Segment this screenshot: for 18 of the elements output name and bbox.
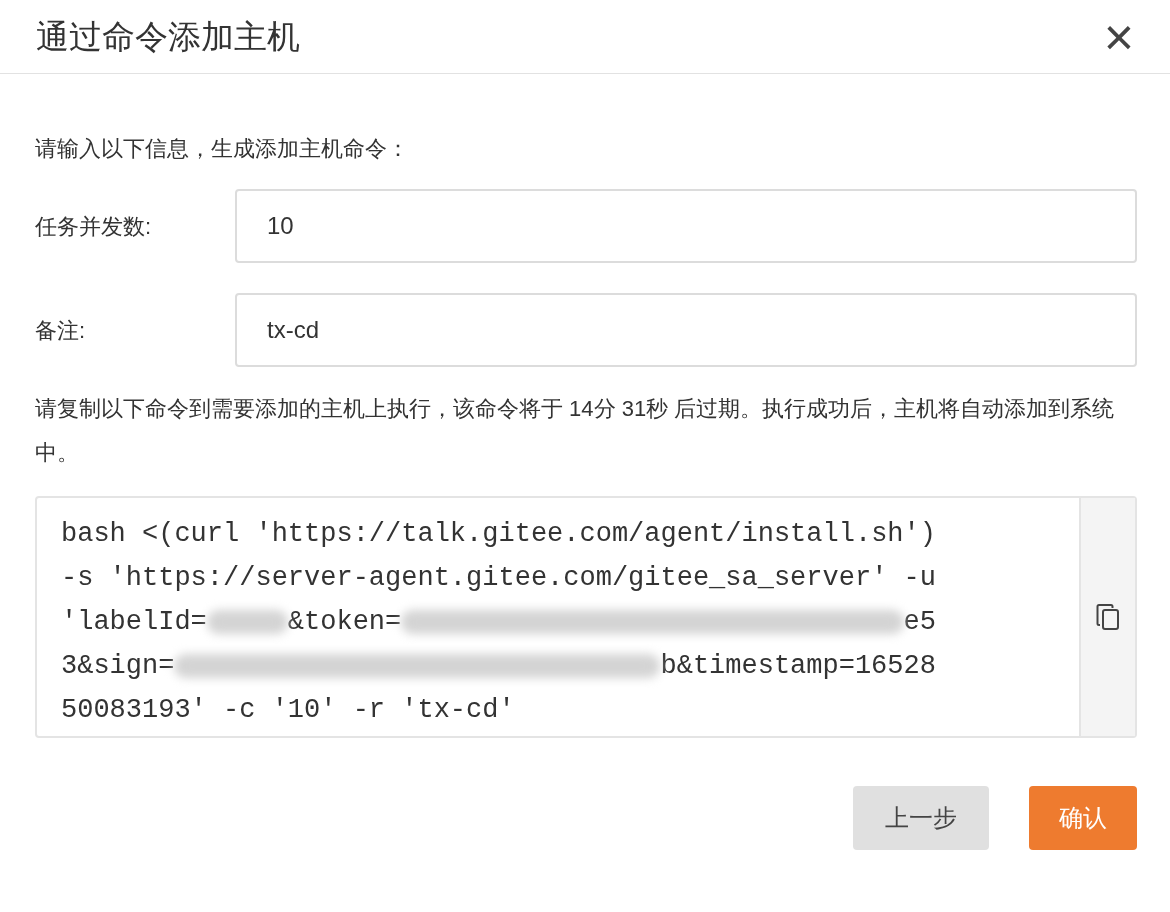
input-field[interactable]: 10 [235,189,1137,263]
field-label: 备注: [35,316,87,345]
back-button[interactable]: 上一步 [853,786,989,850]
command-text: -s 'https://server-agent.gitee.com/gitee_sa_server' -u [61,562,936,595]
command-text: 50083193' -c '10' -r 'tx-cd' [61,694,515,727]
intro-text: 请输入以下信息，生成添加主机命令： [35,135,410,163]
command-text: b&timestamp=16528 [660,650,936,683]
instruction-text: 请复制以下命令到需要添加的主机上执行，该命令将于 14分 31秒 后过期。执行成功后，主机将自动添加到系统中。 [35,395,1116,467]
copy-icon[interactable] [1096,603,1120,631]
field-label: 任务并发数: [35,212,153,241]
command-text: bash <(curl 'https://talk.gitee.com/agent/install.sh') [61,518,936,551]
input-field[interactable]: tx-cd [235,293,1137,367]
command-text: &token= [287,606,402,639]
close-button[interactable]: × [1103,10,1134,63]
command-text: 3&sign= [61,650,175,683]
dialog-title: 通过命令添加主机 [36,16,300,57]
command-text: 'labelId= [61,606,207,639]
command-text: e5 [903,606,936,639]
